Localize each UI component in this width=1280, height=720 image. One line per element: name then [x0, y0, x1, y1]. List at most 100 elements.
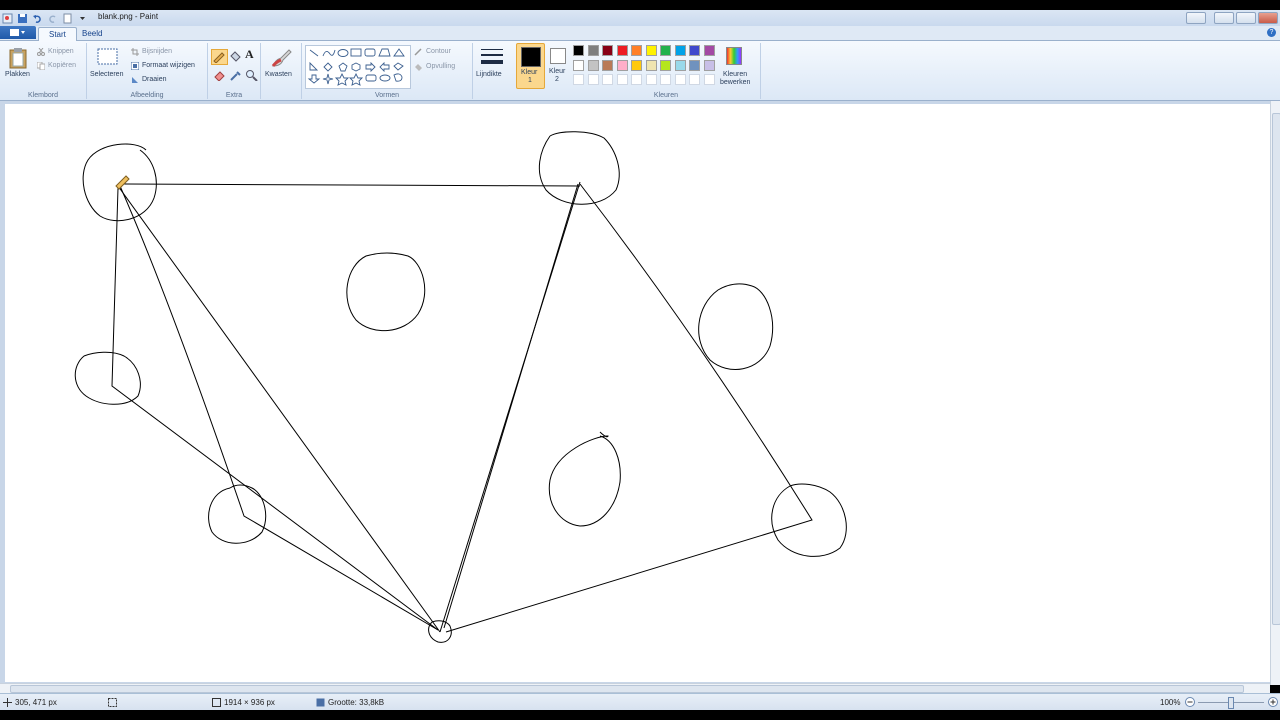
undo-icon[interactable]	[32, 13, 43, 24]
palette-color-swatch[interactable]	[573, 45, 584, 56]
palette-color-swatch[interactable]	[660, 45, 671, 56]
drawn-line	[445, 183, 813, 633]
crop-icon	[131, 48, 139, 56]
group-lijndikte: Lijndikte	[473, 43, 511, 99]
tab-beeld[interactable]: Beeld	[72, 27, 112, 40]
cut-button[interactable]: Knippen	[48, 48, 74, 55]
fill-button[interactable]: Opvulling	[426, 63, 455, 70]
rotate-button[interactable]: Draaien	[142, 76, 167, 83]
pencil-tool-button[interactable]	[211, 49, 228, 65]
outline-icon	[414, 48, 422, 56]
palette-empty-swatch[interactable]	[631, 74, 642, 85]
window-title: blank.png - Paint	[98, 12, 159, 21]
palette-color-swatch[interactable]	[689, 59, 700, 71]
palette-color-swatch[interactable]	[602, 59, 613, 71]
select-button[interactable]: Selecteren	[90, 71, 123, 78]
application-menu-button[interactable]	[0, 26, 36, 39]
palette-empty-swatch[interactable]	[602, 74, 613, 85]
selection-size-icon	[108, 698, 117, 707]
group-label-kleuren: Kleuren	[653, 92, 679, 99]
image-size-icon	[212, 698, 221, 707]
paint-app-icon[interactable]	[2, 13, 13, 24]
line-width-button[interactable]: Lijndikte	[476, 71, 502, 78]
help-icon[interactable]: ?	[1267, 28, 1276, 37]
palette-color-swatch[interactable]	[631, 59, 642, 71]
close-button[interactable]	[1258, 12, 1278, 24]
maximize-button[interactable]	[1236, 12, 1256, 24]
palette-color-swatch[interactable]	[703, 45, 715, 56]
color1-button[interactable]: Kleur 1	[516, 43, 545, 89]
copy-button[interactable]: Kopiëren	[48, 62, 76, 69]
color-picker-icon[interactable]	[229, 69, 242, 81]
edit-colors-label-2[interactable]: bewerken	[720, 79, 750, 86]
brushes-button[interactable]: Kwasten	[265, 71, 292, 78]
shapes-gallery[interactable]	[305, 45, 411, 89]
outline-button[interactable]: Contour	[426, 48, 451, 55]
palette-empty-swatch[interactable]	[674, 74, 686, 85]
app-menu-icon	[10, 29, 25, 36]
palette-color-swatch[interactable]	[645, 45, 657, 56]
copy-icon	[37, 62, 45, 70]
drawn-circle	[208, 484, 267, 544]
zoom-slider-thumb[interactable]	[1228, 697, 1234, 709]
edit-colors-icon	[726, 47, 742, 65]
palette-empty-swatch[interactable]	[616, 74, 628, 85]
fill-bucket-icon[interactable]	[229, 50, 242, 62]
drawing-canvas[interactable]	[5, 104, 1270, 682]
palette-color-swatch[interactable]	[573, 59, 584, 71]
paste-button[interactable]: Plakken	[5, 71, 30, 78]
line-width-icon[interactable]	[481, 48, 503, 66]
minimize-button[interactable]	[1214, 12, 1234, 24]
horizontal-scroll-thumb[interactable]	[10, 685, 1244, 693]
palette-empty-swatch[interactable]	[645, 74, 657, 85]
palette-empty-swatch[interactable]	[660, 74, 671, 85]
palette-color-swatch[interactable]	[631, 45, 642, 56]
crop-button[interactable]: Bijsnijden	[142, 48, 172, 55]
horizontal-scrollbar[interactable]	[0, 683, 1270, 693]
group-label-extra: Extra	[225, 92, 243, 99]
palette-empty-swatch[interactable]	[689, 74, 700, 85]
palette-color-swatch[interactable]	[645, 59, 657, 71]
redo-icon[interactable]	[47, 13, 58, 24]
palette-empty-swatch[interactable]	[703, 74, 715, 85]
vertical-scroll-thumb[interactable]	[1272, 113, 1280, 625]
title-bar: blank.png - Paint	[0, 10, 1280, 27]
vertical-scrollbar[interactable]	[1270, 101, 1280, 685]
resize-button[interactable]: Formaat wijzigen	[142, 62, 195, 69]
group-extra: A Extra	[208, 43, 261, 99]
new-file-icon[interactable]	[62, 13, 73, 24]
palette-color-swatch[interactable]	[660, 59, 671, 71]
zoom-out-icon[interactable]	[1185, 697, 1195, 707]
palette-color-swatch[interactable]	[689, 45, 700, 56]
pencil-icon	[213, 52, 225, 64]
drawn-line	[443, 183, 579, 629]
select-icon[interactable]	[97, 47, 119, 67]
palette-color-swatch[interactable]	[587, 45, 599, 56]
zoom-in-icon[interactable]	[1268, 697, 1278, 707]
color1-num: 1	[528, 77, 532, 84]
palette-color-swatch[interactable]	[587, 59, 599, 71]
paste-icon[interactable]	[8, 47, 28, 69]
palette-color-swatch[interactable]	[674, 59, 686, 71]
palette-color-swatch[interactable]	[616, 59, 628, 71]
color2-button[interactable]: Kleur 2	[546, 43, 570, 87]
magnifier-icon[interactable]	[245, 69, 258, 81]
palette-color-swatch[interactable]	[616, 45, 628, 56]
ribbon: Plakken Knippen Kopiëren Klembord Select…	[0, 41, 1280, 101]
image-size: 1914 × 936 px	[224, 698, 275, 707]
customize-qat-icon[interactable]	[77, 13, 88, 24]
palette-color-swatch[interactable]	[674, 45, 686, 56]
palette-color-swatch[interactable]	[602, 45, 613, 56]
save-icon[interactable]	[17, 13, 28, 24]
brush-icon[interactable]	[269, 46, 293, 70]
palette-empty-swatch[interactable]	[587, 74, 599, 85]
palette-empty-swatch[interactable]	[573, 74, 584, 85]
edit-colors-label-1[interactable]: Kleuren	[723, 71, 747, 78]
ribbon-tab-bar: Start Beeld ?	[0, 26, 1280, 41]
text-tool-icon[interactable]: A	[245, 47, 254, 62]
color1-swatch	[521, 47, 541, 67]
eraser-icon[interactable]	[213, 69, 226, 81]
ribbon-minimize-button[interactable]	[1186, 12, 1206, 24]
palette-color-swatch[interactable]	[703, 59, 715, 71]
drawn-circle	[771, 483, 847, 557]
